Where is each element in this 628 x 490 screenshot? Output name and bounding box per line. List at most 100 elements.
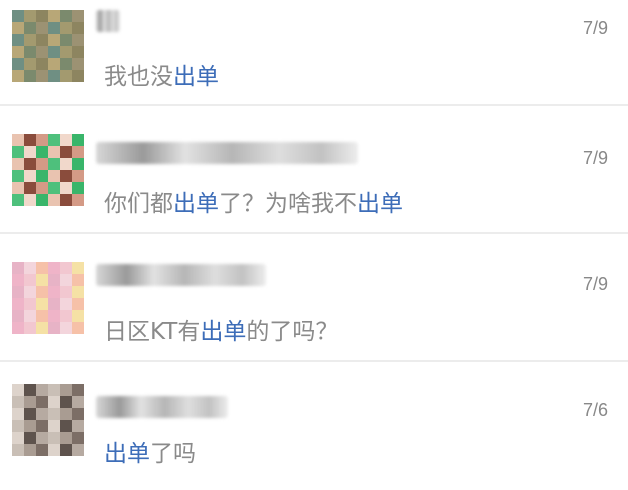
- avatar-pixel: [60, 146, 72, 158]
- avatar-pixel: [36, 298, 48, 310]
- avatar-pixel: [12, 170, 24, 182]
- avatar-pixel: [60, 322, 72, 334]
- avatar-pixel: [36, 408, 48, 420]
- avatar-pixel: [60, 158, 72, 170]
- avatar-pixel: [60, 10, 72, 22]
- avatar-pixel: [48, 10, 60, 22]
- avatar-pixel: [72, 420, 84, 432]
- avatar-pixel: [48, 170, 60, 182]
- avatar-pixel: [24, 286, 36, 298]
- avatar-pixel: [36, 146, 48, 158]
- avatar-pixel: [60, 310, 72, 322]
- avatar-pixel: [24, 298, 36, 310]
- avatar-pixel: [48, 286, 60, 298]
- avatar-pixel: [36, 384, 48, 396]
- avatar-pixel: [24, 274, 36, 286]
- avatar-pixel: [60, 408, 72, 420]
- avatar-pixel: [72, 170, 84, 182]
- avatar-pixel: [36, 34, 48, 46]
- avatar-pixel: [48, 22, 60, 34]
- avatar-pixel: [36, 322, 48, 334]
- avatar-pixel: [12, 146, 24, 158]
- avatar-pixel: [36, 310, 48, 322]
- chat-list-item[interactable]: 7/9 日区KT有出单的了吗？: [0, 234, 628, 362]
- avatar-pixel: [24, 194, 36, 206]
- last-message: 出单了吗: [104, 434, 196, 468]
- avatar-pixel: [36, 46, 48, 58]
- avatar-pixel: [48, 70, 60, 82]
- avatar-pixel: [60, 58, 72, 70]
- avatar-pixel: [48, 298, 60, 310]
- avatar-pixel: [36, 444, 48, 456]
- avatar-pixel: [48, 274, 60, 286]
- avatar-pixel: [48, 444, 60, 456]
- avatar-pixel: [12, 274, 24, 286]
- last-message: 我也没出单: [104, 57, 219, 91]
- avatar-pixel: [48, 384, 60, 396]
- avatar-pixel: [36, 396, 48, 408]
- avatar-pixel: [60, 262, 72, 274]
- avatar-pixel: [60, 298, 72, 310]
- avatar-pixel: [36, 262, 48, 274]
- avatar-pixel: [72, 46, 84, 58]
- avatar-pixel: [72, 134, 84, 146]
- chat-list: 7/9 我也没出单 7/9 你们都出单了？为啥我不出单 7/9 日区KT有出单的…: [0, 0, 628, 467]
- keyword-highlight: 出单: [104, 441, 150, 467]
- avatar-pixel: [24, 396, 36, 408]
- avatar-pixel: [12, 384, 24, 396]
- avatar-pixel: [60, 420, 72, 432]
- avatar-pixel: [48, 58, 60, 70]
- avatar-pixel: [12, 444, 24, 456]
- chat-date: 7/6: [582, 400, 608, 420]
- chat-list-item[interactable]: 7/6 出单了吗: [0, 362, 628, 490]
- avatar-pixel: [60, 194, 72, 206]
- avatar-pixel: [24, 146, 36, 158]
- avatar-pixel: [72, 444, 84, 456]
- avatar[interactable]: [12, 10, 84, 82]
- avatar-pixel: [24, 322, 36, 334]
- keyword-highlight: 出单: [200, 319, 247, 345]
- keyword-highlight: 出单: [357, 191, 403, 217]
- avatar-pixel: [72, 298, 84, 310]
- avatar-pixel: [12, 396, 24, 408]
- avatar-pixel: [72, 274, 84, 286]
- avatar[interactable]: [12, 262, 84, 334]
- avatar-pixel: [36, 182, 48, 194]
- avatar-pixel: [24, 46, 36, 58]
- avatar-pixel: [24, 10, 36, 22]
- avatar-pixel: [72, 22, 84, 34]
- avatar-pixel: [36, 10, 48, 22]
- keyword-highlight: 出单: [173, 64, 219, 90]
- avatar-pixel: [48, 134, 60, 146]
- avatar-pixel: [12, 134, 24, 146]
- avatar-pixel: [24, 158, 36, 170]
- avatar-pixel: [48, 46, 60, 58]
- avatar-pixel: [24, 34, 36, 46]
- avatar-pixel: [24, 22, 36, 34]
- avatar-pixel: [72, 194, 84, 206]
- avatar[interactable]: [12, 384, 84, 456]
- message-text: 了吗: [150, 441, 196, 467]
- avatar-pixel: [12, 420, 24, 432]
- avatar-pixel: [60, 134, 72, 146]
- avatar-pixel: [72, 182, 84, 194]
- avatar-pixel: [48, 420, 60, 432]
- avatar-pixel: [60, 46, 72, 58]
- avatar-pixel: [12, 408, 24, 420]
- avatar-pixel: [60, 170, 72, 182]
- avatar-pixel: [12, 10, 24, 22]
- avatar-pixel: [36, 274, 48, 286]
- chat-list-item[interactable]: 7/9 你们都出单了？为啥我不出单: [0, 106, 628, 234]
- avatar-pixel: [12, 286, 24, 298]
- avatar-pixel: [60, 396, 72, 408]
- avatar-pixel: [72, 70, 84, 82]
- message-text: 了？为啥我不: [219, 191, 357, 217]
- avatar-pixel: [72, 408, 84, 420]
- contact-name-redacted: [96, 142, 358, 164]
- avatar-pixel: [60, 182, 72, 194]
- avatar-pixel: [48, 34, 60, 46]
- avatar[interactable]: [12, 134, 84, 206]
- avatar-pixel: [72, 58, 84, 70]
- chat-date: 7/9: [582, 274, 608, 294]
- avatar-pixel: [36, 420, 48, 432]
